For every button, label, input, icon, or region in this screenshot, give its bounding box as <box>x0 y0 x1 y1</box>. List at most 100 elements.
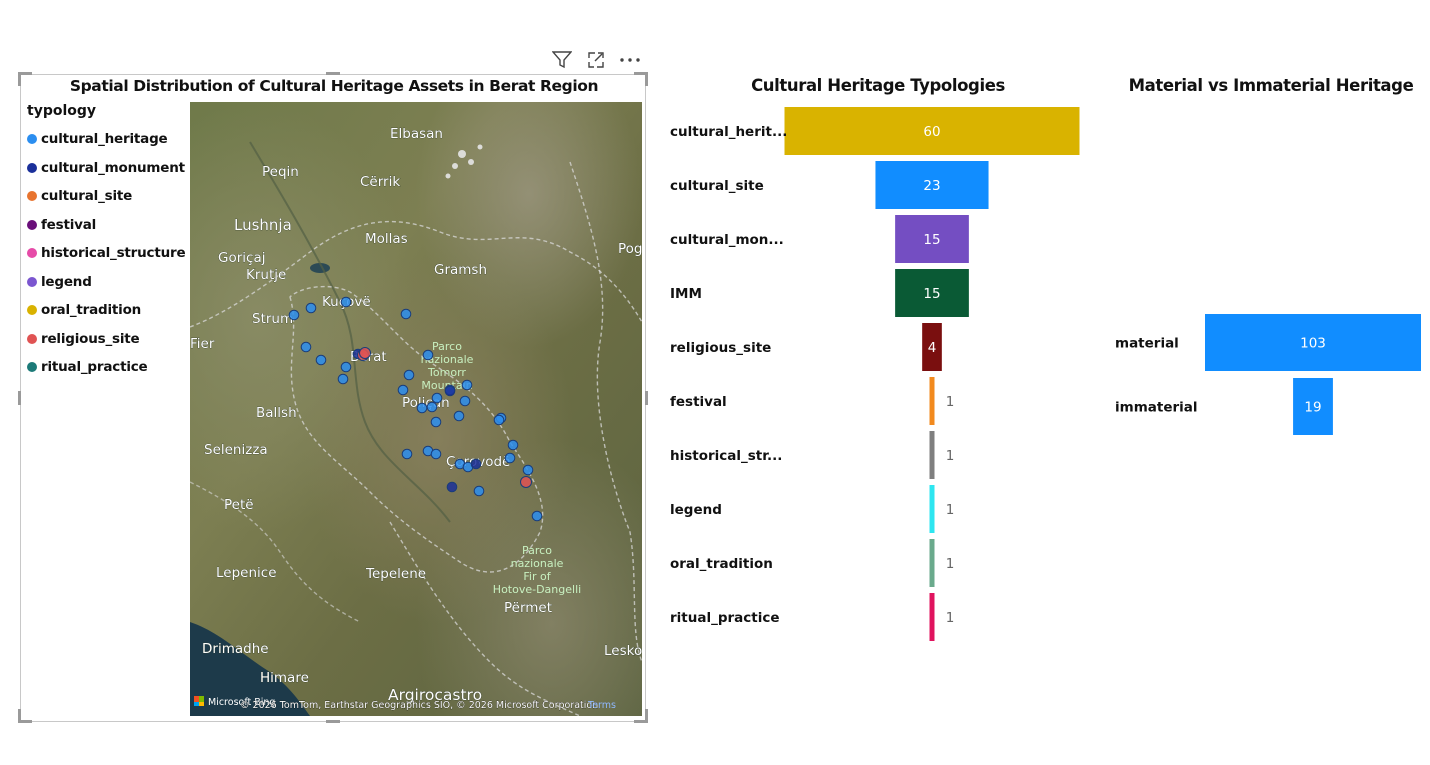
legend-item-cultural-site[interactable]: cultural_site <box>27 182 185 211</box>
map-place-label: Mollas <box>365 231 408 247</box>
map-visual[interactable]: Spatial Distribution of Cultural Heritag… <box>20 74 646 722</box>
map-place-label: Pog <box>618 241 642 257</box>
legend-item-legend[interactable]: legend <box>27 268 185 297</box>
resize-handle-tr-v[interactable] <box>645 72 648 86</box>
map-point-cultural-heritage[interactable] <box>400 308 412 320</box>
resize-handle-br-v[interactable] <box>645 709 648 723</box>
map-point-cultural-heritage[interactable] <box>422 349 434 361</box>
map-point-cultural-heritage[interactable] <box>340 296 352 308</box>
map-point-cultural-heritage[interactable] <box>397 384 409 396</box>
map-point-religious-site[interactable] <box>520 476 532 488</box>
map-point-cultural-heritage[interactable] <box>426 401 438 413</box>
map-point-cultural-heritage[interactable] <box>430 448 442 460</box>
map-place-label: Leskov <box>604 643 642 659</box>
map-point-cultural-heritage[interactable] <box>461 379 473 391</box>
more-options-icon[interactable] <box>618 49 642 71</box>
data-value-label: 60 <box>923 124 940 140</box>
material-chart-title: Material vs Immaterial Heritage <box>1128 76 1414 95</box>
map-point-cultural-monument[interactable] <box>470 458 482 470</box>
funnel-bar[interactable] <box>929 431 935 479</box>
resize-handle-bl-v[interactable] <box>18 709 21 723</box>
map-place-label: Goriçaj <box>218 250 265 266</box>
legend-item-festival[interactable]: festival <box>27 211 185 240</box>
funnel-bar[interactable] <box>929 539 935 587</box>
map-place-label: Drimadhe <box>202 641 269 657</box>
legend-marker-icon <box>27 276 37 287</box>
legend-marker-icon <box>27 219 37 230</box>
map-point-cultural-heritage[interactable] <box>315 354 327 366</box>
map-point-cultural-heritage[interactable] <box>337 373 349 385</box>
legend-item-ritual-practice[interactable]: ritual_practice <box>27 353 185 382</box>
legend-marker-icon <box>27 305 37 316</box>
category-label: historical_str... <box>670 448 782 464</box>
legend-label: cultural_heritage <box>41 131 168 148</box>
resize-handle-top[interactable] <box>326 72 340 75</box>
legend-marker-icon <box>27 333 37 344</box>
terms-link[interactable]: Terms <box>587 700 616 711</box>
map-point-cultural-heritage[interactable] <box>453 410 465 422</box>
map-point-cultural-heritage[interactable] <box>300 341 312 353</box>
map-point-cultural-heritage[interactable] <box>288 309 300 321</box>
resize-handle-bottom[interactable] <box>326 720 340 723</box>
map-place-label: Gramsh <box>434 262 487 278</box>
data-value-label: 15 <box>923 232 940 248</box>
map-point-cultural-heritage[interactable] <box>305 302 317 314</box>
map-point-cultural-heritage[interactable] <box>459 395 471 407</box>
map-place-label: Selenizza <box>204 442 268 458</box>
category-label: oral_tradition <box>670 556 773 572</box>
funnel-bar[interactable] <box>929 377 935 425</box>
data-value-label: 1 <box>946 556 955 572</box>
attribution-text: © 2026 TomTom, Earthstar Geographics SIO… <box>240 700 598 711</box>
map-point-cultural-heritage[interactable] <box>493 414 505 426</box>
data-value-label: 1 <box>946 448 955 464</box>
funnel-bar[interactable] <box>929 593 935 641</box>
legend-item-cultural-monument[interactable]: cultural_monument <box>27 154 185 183</box>
legend-item-oral-tradition[interactable]: oral_tradition <box>27 296 185 325</box>
map-place-label: Krutje <box>246 267 286 283</box>
data-value-label: 103 <box>1300 336 1326 352</box>
map-point-religious-site[interactable] <box>359 347 371 359</box>
resize-handle-left[interactable] <box>18 391 21 405</box>
legend-label: ritual_practice <box>41 359 148 376</box>
map-point-cultural-heritage[interactable] <box>401 448 413 460</box>
map-point-cultural-heritage[interactable] <box>504 452 516 464</box>
legend-label: religious_site <box>41 330 140 347</box>
map-point-cultural-heritage[interactable] <box>416 402 428 414</box>
map-canvas[interactable]: Elbasan Peqin Cërrik Lushnja Mollas Pog Goriça… <box>190 102 642 716</box>
map-point-cultural-heritage[interactable] <box>431 392 443 404</box>
category-label: ritual_practice <box>670 610 780 626</box>
funnel-bar[interactable] <box>929 485 935 533</box>
category-label: cultural_mon... <box>670 232 784 248</box>
legend-marker-icon <box>27 362 37 373</box>
map-place-label: Lushnja <box>234 216 292 234</box>
typology-chart-title: Cultural Heritage Typologies <box>751 76 1005 95</box>
typology-funnel-chart[interactable]: cultural_herit... 60 cultural_site 23 cultur… <box>660 100 1100 648</box>
legend-item-historical-structure[interactable]: historical_structure <box>27 239 186 268</box>
map-place-label: Tepelene <box>365 566 426 582</box>
legend-label: cultural_monument <box>41 159 185 176</box>
filter-icon[interactable] <box>550 49 574 71</box>
legend-item-religious-site[interactable]: religious_site <box>27 325 185 354</box>
map-point-cultural-monument[interactable] <box>446 481 458 493</box>
focus-mode-icon[interactable] <box>584 49 608 71</box>
material-funnel-chart[interactable]: material 103 immaterial 19 <box>1105 300 1425 445</box>
map-point-cultural-heritage[interactable] <box>522 464 534 476</box>
data-value-label: 1 <box>946 502 955 518</box>
map-point-cultural-monument[interactable] <box>444 385 456 397</box>
resize-handle-tl-v[interactable] <box>18 72 21 86</box>
map-point-cultural-heritage[interactable] <box>340 361 352 373</box>
legend-marker-icon <box>27 134 37 145</box>
legend-item-cultural-heritage[interactable]: cultural_heritage <box>27 125 185 154</box>
map-place-label: Lepenice <box>216 565 277 581</box>
category-label: material <box>1115 336 1179 352</box>
map-point-cultural-heritage[interactable] <box>403 369 415 381</box>
map-point-cultural-heritage[interactable] <box>507 439 519 451</box>
resize-handle-right[interactable] <box>645 391 648 405</box>
map-point-cultural-heritage[interactable] <box>531 510 543 522</box>
map-point-cultural-heritage[interactable] <box>473 485 485 497</box>
map-point-cultural-heritage[interactable] <box>430 416 442 428</box>
map-place-label: Peqin <box>262 164 299 180</box>
legend-label: historical_structure <box>41 245 186 262</box>
legend-marker-icon <box>27 162 37 173</box>
legend-label: cultural_site <box>41 188 133 205</box>
